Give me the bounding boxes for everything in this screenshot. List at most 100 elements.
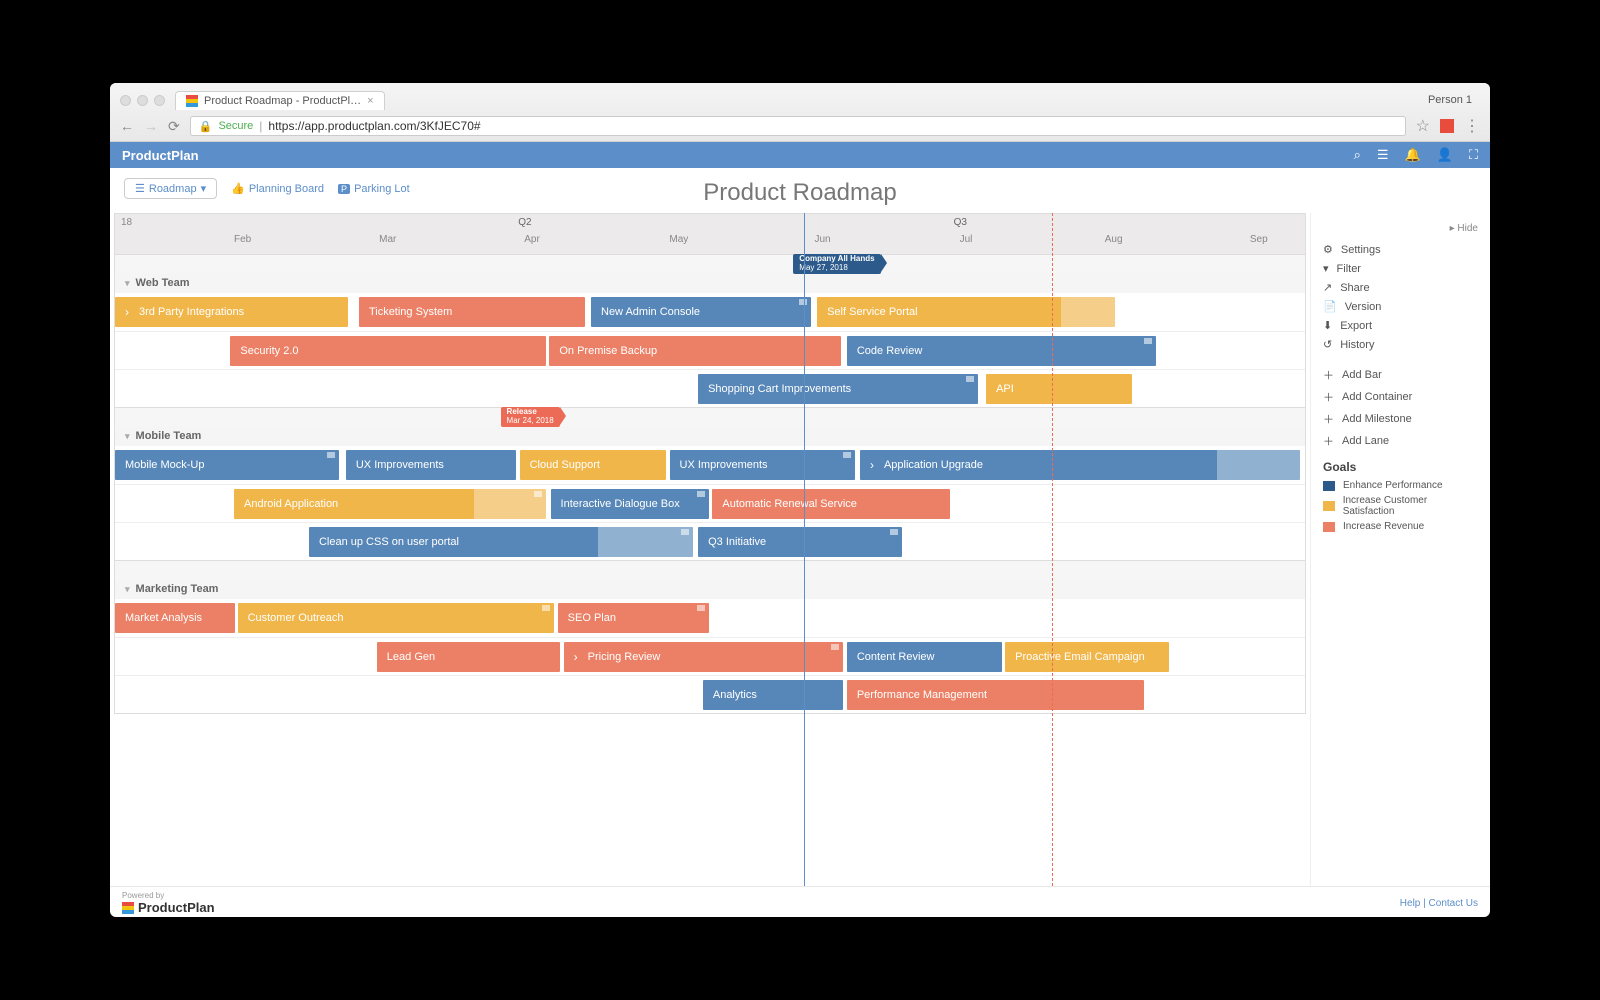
tab-title: Product Roadmap - ProductPl… bbox=[204, 95, 361, 107]
roadmap-bar[interactable]: ›3rd Party Integrations bbox=[115, 297, 348, 327]
lane-header[interactable]: ▾ Mobile Team bbox=[115, 426, 1305, 446]
month-label: May bbox=[669, 234, 688, 245]
user-icon[interactable]: 👤 bbox=[1437, 147, 1453, 163]
comment-icon[interactable] bbox=[831, 644, 839, 650]
footer-logo[interactable]: ProductPlan bbox=[122, 900, 215, 915]
sidebar-item-version[interactable]: 📄Version bbox=[1323, 297, 1478, 316]
history-icon: ↺ bbox=[1323, 338, 1332, 351]
roadmap-bar[interactable]: Self Service Portal bbox=[817, 297, 1115, 327]
contact-link[interactable]: Contact Us bbox=[1429, 898, 1478, 909]
star-icon[interactable]: ☆ bbox=[1416, 116, 1430, 136]
roadmap-bar[interactable]: Interactive Dialogue Box bbox=[551, 489, 709, 519]
roadmap-bar[interactable]: Cloud Support bbox=[520, 450, 666, 480]
roadmap-bar[interactable]: Automatic Renewal Service bbox=[712, 489, 950, 519]
goal-legend-item[interactable]: Increase Revenue bbox=[1323, 519, 1478, 534]
roadmap-bar[interactable]: Security 2.0 bbox=[230, 336, 545, 366]
back-icon[interactable]: ← bbox=[120, 118, 134, 135]
close-icon[interactable]: × bbox=[367, 95, 373, 107]
address-bar[interactable]: 🔒 Secure | https://app.productplan.com/3… bbox=[190, 116, 1406, 136]
roadmap-bar[interactable]: Ticketing System bbox=[359, 297, 585, 327]
forward-icon[interactable]: → bbox=[144, 118, 158, 135]
window-controls[interactable] bbox=[120, 95, 165, 106]
roadmap-bar[interactable]: Content Review bbox=[847, 642, 1002, 672]
roadmap-bar[interactable]: Proactive Email Campaign bbox=[1005, 642, 1169, 672]
comment-icon[interactable] bbox=[966, 376, 974, 382]
roadmap-bar[interactable]: ›Pricing Review bbox=[564, 642, 844, 672]
subnav: ☰ Roadmap ▾ 👍 Planning Board P Parking L… bbox=[110, 168, 1490, 213]
roadmap-bar[interactable]: Performance Management bbox=[847, 680, 1145, 710]
roadmap-view-button[interactable]: ☰ Roadmap ▾ bbox=[124, 178, 217, 199]
help-link[interactable]: Help bbox=[1400, 898, 1421, 909]
bell-icon[interactable]: 🔔 bbox=[1405, 147, 1421, 163]
sidebar-item-add-bar[interactable]: ＋Add Bar bbox=[1323, 364, 1478, 386]
roadmap-bar[interactable]: Android Application bbox=[234, 489, 546, 519]
comment-icon[interactable] bbox=[681, 529, 689, 535]
comment-icon[interactable] bbox=[890, 529, 898, 535]
sidebar-item-export[interactable]: ⬇Export bbox=[1323, 316, 1478, 335]
roadmap-bar[interactable]: ›Application Upgrade bbox=[860, 450, 1300, 480]
milestone-band: Company All HandsMay 27, 2018 bbox=[114, 255, 1306, 273]
roadmap-bar[interactable]: API bbox=[986, 374, 1132, 404]
roadmap-bar[interactable]: Lead Gen bbox=[377, 642, 560, 672]
roadmap-bar[interactable]: Code Review bbox=[847, 336, 1156, 366]
sidebar-item-add-milestone[interactable]: ＋Add Milestone bbox=[1323, 408, 1478, 430]
fullscreen-icon[interactable]: ⛶ bbox=[1469, 147, 1478, 163]
roadmap-bar[interactable]: Analytics bbox=[703, 680, 843, 710]
roadmap-bar[interactable]: Q3 Initiative bbox=[698, 527, 901, 557]
color-swatch bbox=[1323, 522, 1335, 532]
lane-row: Clean up CSS on user portalQ3 Initiative bbox=[115, 522, 1305, 560]
comment-icon[interactable] bbox=[542, 605, 550, 611]
profile-badge[interactable]: Person 1 bbox=[1420, 92, 1480, 108]
goal-legend-item[interactable]: Increase Customer Satisfaction bbox=[1323, 493, 1478, 519]
milestone[interactable]: ReleaseMar 24, 2018 bbox=[501, 407, 560, 427]
quarter-label: Q2 bbox=[518, 217, 531, 228]
roadmap-bar[interactable]: Mobile Mock-Up bbox=[115, 450, 339, 480]
chevron-down-icon: ▾ bbox=[125, 584, 130, 595]
timeline[interactable]: − + 18 FebMarAprMayJunJulAugSepQ2Q3 Comp… bbox=[110, 213, 1310, 886]
filter-icon: ▾ bbox=[1323, 262, 1329, 275]
month-label: Aug bbox=[1105, 234, 1123, 245]
roadmap-bar[interactable]: New Admin Console bbox=[591, 297, 811, 327]
hide-sidebar-link[interactable]: ▸ Hide bbox=[1323, 223, 1478, 234]
goal-legend-item[interactable]: Enhance Performance bbox=[1323, 478, 1478, 493]
sidebar-item-share[interactable]: ↗Share bbox=[1323, 278, 1478, 297]
sidebar: ▸ Hide ⚙Settings▾Filter↗Share📄Version⬇Ex… bbox=[1310, 213, 1490, 886]
lane-header[interactable]: ▾ Marketing Team bbox=[115, 579, 1305, 599]
extension-icon[interactable] bbox=[1440, 119, 1454, 133]
url-text: https://app.productplan.com/3KfJEC70# bbox=[268, 119, 480, 133]
milestone[interactable]: Company All HandsMay 27, 2018 bbox=[793, 254, 880, 274]
sidebar-item-add-lane[interactable]: ＋Add Lane bbox=[1323, 430, 1478, 452]
roadmap-bar[interactable]: Customer Outreach bbox=[238, 603, 555, 633]
sidebar-item-history[interactable]: ↺History bbox=[1323, 335, 1478, 354]
browser-tab[interactable]: Product Roadmap - ProductPl… × bbox=[175, 91, 385, 110]
search-icon[interactable]: ⌕ bbox=[1354, 147, 1361, 163]
sidebar-item-settings[interactable]: ⚙Settings bbox=[1323, 240, 1478, 259]
settings-icon[interactable]: ☰ bbox=[1377, 147, 1389, 163]
planning-board-link[interactable]: 👍 Planning Board bbox=[231, 182, 324, 195]
sidebar-item-filter[interactable]: ▾Filter bbox=[1323, 259, 1478, 278]
comment-icon[interactable] bbox=[534, 491, 542, 497]
reload-icon[interactable]: ⟳ bbox=[168, 118, 180, 135]
comment-icon[interactable] bbox=[697, 605, 705, 611]
browser-window: Product Roadmap - ProductPl… × Person 1 … bbox=[110, 83, 1490, 917]
comment-icon[interactable] bbox=[327, 452, 335, 458]
roadmap-bar[interactable]: Clean up CSS on user portal bbox=[309, 527, 693, 557]
comment-icon[interactable] bbox=[843, 452, 851, 458]
marker-line[interactable] bbox=[1052, 213, 1053, 886]
roadmap-bar[interactable]: Shopping Cart Improvements bbox=[698, 374, 978, 404]
goals-heading: Goals bbox=[1323, 460, 1478, 474]
plus-icon: ＋ bbox=[1323, 411, 1334, 427]
roadmap-bar[interactable]: SEO Plan bbox=[558, 603, 709, 633]
parking-lot-link[interactable]: P Parking Lot bbox=[338, 183, 410, 195]
roadmap-bar[interactable]: UX Improvements bbox=[670, 450, 856, 480]
roadmap-bar[interactable]: Market Analysis bbox=[115, 603, 235, 633]
month-label: Jun bbox=[814, 234, 830, 245]
kebab-icon[interactable]: ⋮ bbox=[1464, 116, 1480, 136]
comment-icon[interactable] bbox=[1144, 338, 1152, 344]
comment-icon[interactable] bbox=[697, 491, 705, 497]
quarter-label: Q3 bbox=[954, 217, 967, 228]
roadmap-bar[interactable]: UX Improvements bbox=[346, 450, 516, 480]
lane-header[interactable]: ▾ Web Team bbox=[115, 273, 1305, 293]
sidebar-item-add-container[interactable]: ＋Add Container bbox=[1323, 386, 1478, 408]
roadmap-bar[interactable]: On Premise Backup bbox=[549, 336, 841, 366]
